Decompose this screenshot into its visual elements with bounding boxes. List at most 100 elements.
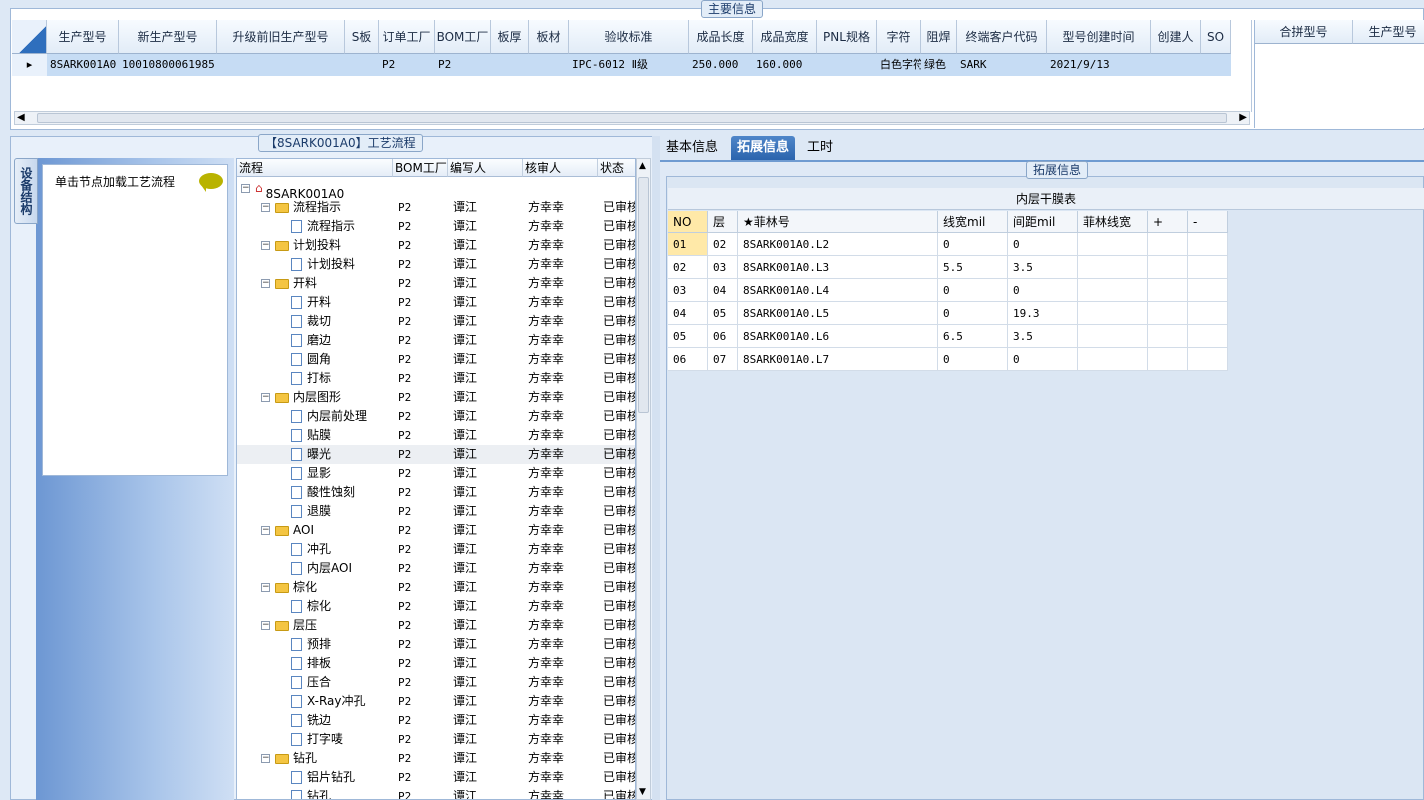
- ext-cell[interactable]: 8SARK001A0.L2: [738, 233, 938, 256]
- tree-row[interactable]: 退膜 P2 谭江 方幸幸 已审核: [237, 502, 635, 521]
- tree-row[interactable]: 钻孔 P2 谭江 方幸幸 已审核: [237, 787, 635, 799]
- tree-col-checker[interactable]: 核审人: [523, 159, 598, 177]
- tree-node[interactable]: 棕化: [275, 578, 393, 597]
- ext-cell[interactable]: 06: [668, 348, 708, 371]
- main-col-header[interactable]: SO: [1201, 20, 1231, 54]
- tree-row[interactable]: 冲孔 P2 谭江 方幸幸 已审核: [237, 540, 635, 559]
- tree-node[interactable]: 曝光: [291, 445, 393, 464]
- tab-basic-info[interactable]: 基本信息: [660, 136, 724, 160]
- main-col-header[interactable]: S板: [345, 20, 379, 54]
- main-cell[interactable]: IPC-6012 Ⅱ级: [569, 54, 689, 76]
- tree-node[interactable]: 开料: [291, 293, 393, 312]
- ext-cell[interactable]: 8SARK001A0.L7: [738, 348, 938, 371]
- tree-row[interactable]: 棕化 P2 谭江 方幸幸 已审核: [237, 597, 635, 616]
- ext-cell[interactable]: 0: [938, 348, 1008, 371]
- main-col-header[interactable]: PNL规格: [817, 20, 877, 54]
- main-col-header[interactable]: 新生产型号: [119, 20, 217, 54]
- ext-cell[interactable]: 06: [708, 325, 738, 348]
- merge-col-header[interactable]: 合拼型号: [1255, 20, 1353, 44]
- scroll-up-icon[interactable]: ▲: [639, 161, 646, 171]
- ext-cell[interactable]: 19.3: [1008, 302, 1078, 325]
- ext-cell[interactable]: [1078, 325, 1148, 348]
- ext-cell[interactable]: [1188, 233, 1228, 256]
- tree-row[interactable]: 铝片钻孔 P2 谭江 方幸幸 已审核: [237, 768, 635, 787]
- ext-col-header[interactable]: 菲林线宽: [1078, 211, 1148, 233]
- collapse-icon[interactable]: −: [261, 203, 270, 212]
- tree-node[interactable]: 圆角: [291, 350, 393, 369]
- tree-row[interactable]: 内层AOI P2 谭江 方幸幸 已审核: [237, 559, 635, 578]
- main-cell[interactable]: 白色字符: [877, 54, 921, 76]
- collapse-icon[interactable]: −: [261, 393, 270, 402]
- collapse-icon[interactable]: −: [261, 241, 270, 250]
- tree-row[interactable]: − 计划投料 P2 谭江 方幸幸 已审核: [237, 236, 635, 255]
- scroll-down-icon[interactable]: ▼: [639, 787, 646, 797]
- hint-card[interactable]: 单击节点加载工艺流程: [42, 164, 228, 476]
- scroll-right-icon[interactable]: ▶: [1239, 112, 1247, 124]
- tree-row[interactable]: 酸性蚀刻 P2 谭江 方幸幸 已审核: [237, 483, 635, 502]
- tree-col-flow[interactable]: 流程: [237, 159, 393, 177]
- tree-node[interactable]: 裁切: [291, 312, 393, 331]
- tree-row[interactable]: 圆角 P2 谭江 方幸幸 已审核: [237, 350, 635, 369]
- ext-col-header[interactable]: -: [1188, 211, 1228, 233]
- merge-col-header[interactable]: 生产型号: [1353, 20, 1424, 44]
- tree-node[interactable]: 退膜: [291, 502, 393, 521]
- merge-grid[interactable]: 合拼型号 生产型号: [1254, 20, 1424, 128]
- ext-cell[interactable]: 8SARK001A0.L3: [738, 256, 938, 279]
- main-col-header[interactable]: 成品长度: [689, 20, 753, 54]
- main-cell[interactable]: [529, 54, 569, 76]
- ext-cell[interactable]: 02: [708, 233, 738, 256]
- tree-node[interactable]: 显影: [291, 464, 393, 483]
- main-cell[interactable]: 10010800061985: [119, 54, 217, 76]
- ext-cell[interactable]: [1078, 279, 1148, 302]
- main-cell[interactable]: [345, 54, 379, 76]
- ext-cell[interactable]: [1078, 233, 1148, 256]
- main-cell[interactable]: 绿色: [921, 54, 957, 76]
- splitter[interactable]: [652, 136, 660, 800]
- tree-node[interactable]: 计划投料: [291, 255, 393, 274]
- ext-cell[interactable]: 0: [1008, 233, 1078, 256]
- tree-row[interactable]: 曝光 P2 谭江 方幸幸 已审核: [237, 445, 635, 464]
- tree-row[interactable]: − 开料 P2 谭江 方幸幸 已审核: [237, 274, 635, 293]
- ext-cell[interactable]: 05: [708, 302, 738, 325]
- tree-node[interactable]: 铝片钻孔: [291, 768, 393, 787]
- ext-col-header[interactable]: ★菲林号: [738, 211, 938, 233]
- ext-cell[interactable]: [1188, 279, 1228, 302]
- main-col-header[interactable]: 字符: [877, 20, 921, 54]
- main-col-header[interactable]: 订单工厂: [379, 20, 435, 54]
- tree-node[interactable]: 计划投料: [275, 236, 393, 255]
- ext-cell[interactable]: 8SARK001A0.L6: [738, 325, 938, 348]
- tree-node[interactable]: 打字唛: [291, 730, 393, 749]
- main-col-header[interactable]: 阻焊: [921, 20, 957, 54]
- tab-work-hours[interactable]: 工时: [801, 136, 839, 160]
- scroll-left-icon[interactable]: ◀: [17, 112, 25, 124]
- ext-cell[interactable]: 01: [668, 233, 708, 256]
- main-cell[interactable]: 160.000: [753, 54, 817, 76]
- tree-vscrollbar[interactable]: ▲ ▼: [636, 158, 651, 800]
- tree-row[interactable]: 预排 P2 谭江 方幸幸 已审核: [237, 635, 635, 654]
- tree-node[interactable]: 磨边: [291, 331, 393, 350]
- scroll-thumb[interactable]: [638, 177, 649, 413]
- ext-cell[interactable]: 03: [668, 279, 708, 302]
- tree-row[interactable]: 打字唛 P2 谭江 方幸幸 已审核: [237, 730, 635, 749]
- ext-col-header[interactable]: 线宽mil: [938, 211, 1008, 233]
- ext-cell[interactable]: [1148, 302, 1188, 325]
- tree-row[interactable]: 铣边 P2 谭江 方幸幸 已审核: [237, 711, 635, 730]
- ext-cell[interactable]: 07: [708, 348, 738, 371]
- main-cell[interactable]: SARK: [957, 54, 1047, 76]
- flow-tree[interactable]: 流程 BOM工厂 编写人 核审人 状态 − ⌂ 8SARK001A0 − 流程指示…: [236, 158, 636, 800]
- tree-col-bom[interactable]: BOM工厂: [393, 159, 448, 177]
- ext-cell[interactable]: 3.5: [1008, 256, 1078, 279]
- ext-cell[interactable]: 0: [938, 279, 1008, 302]
- ext-cell[interactable]: [1148, 279, 1188, 302]
- main-col-header[interactable]: 升级前旧生产型号: [217, 20, 345, 54]
- tree-col-writer[interactable]: 编写人: [448, 159, 523, 177]
- tree-row[interactable]: − 内层图形 P2 谭江 方幸幸 已审核: [237, 388, 635, 407]
- ext-cell[interactable]: [1078, 256, 1148, 279]
- tree-node[interactable]: 排板: [291, 654, 393, 673]
- tree-row[interactable]: 流程指示 P2 谭江 方幸幸 已审核: [237, 217, 635, 236]
- ext-cell[interactable]: [1148, 348, 1188, 371]
- ext-cell[interactable]: [1078, 348, 1148, 371]
- main-grid-hscrollbar[interactable]: ◀ ▶: [14, 111, 1250, 125]
- tree-node[interactable]: 打标: [291, 369, 393, 388]
- main-col-header[interactable]: 板厚: [491, 20, 529, 54]
